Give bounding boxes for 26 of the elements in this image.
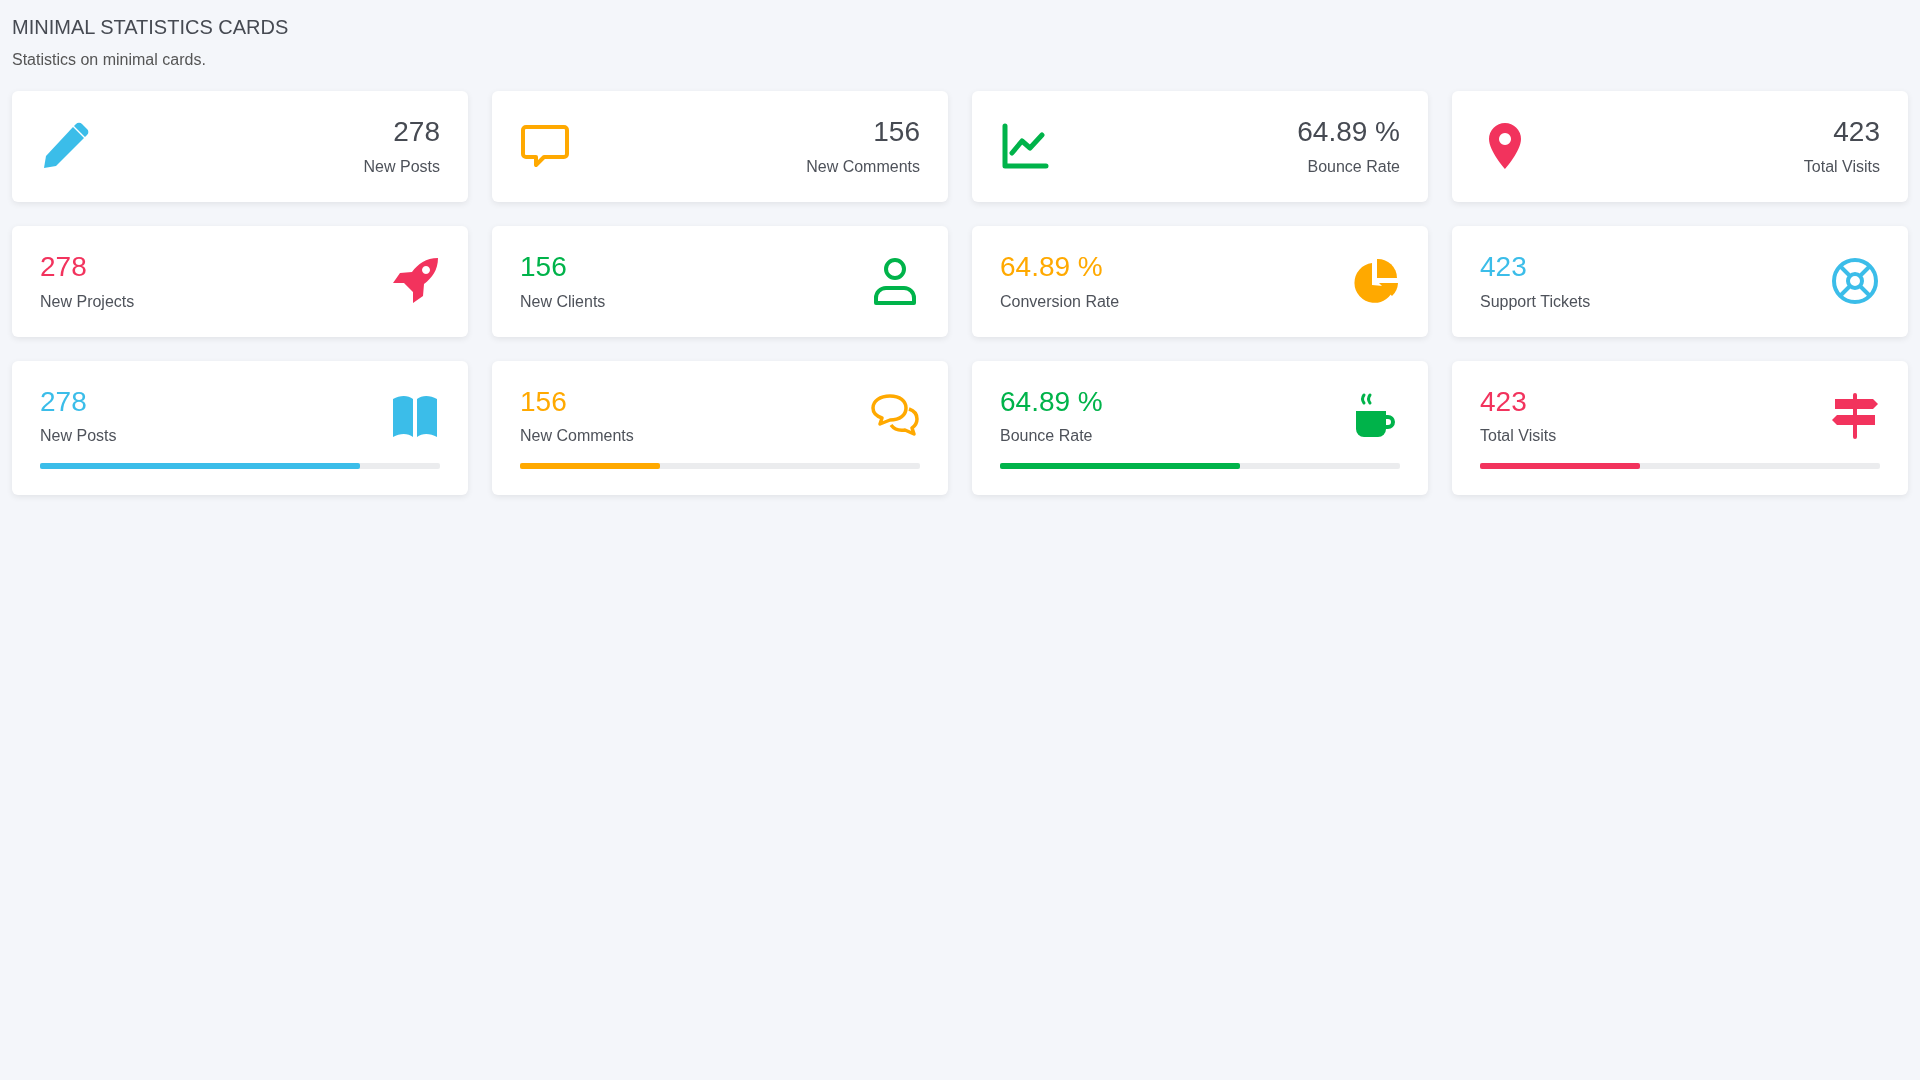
stat-value: 423 — [1833, 117, 1880, 148]
stat-value: 278 — [40, 251, 87, 283]
stat-label: New Comments — [806, 157, 920, 176]
page-subtitle: Statistics on minimal cards. — [12, 51, 207, 69]
stat-label: New Comments — [520, 427, 634, 446]
stat-value: 156 — [520, 386, 567, 418]
stat-value: 423 — [1480, 386, 1527, 418]
stat-label: New Posts — [363, 157, 440, 176]
stat-value: 64.89 % — [1000, 251, 1103, 283]
stat-value: 156 — [520, 251, 567, 283]
stat-value: 64.89 % — [1000, 386, 1103, 418]
stat-label: New Projects — [40, 292, 135, 311]
stat-value: 278 — [393, 117, 440, 148]
stat-label: Conversion Rate — [1000, 292, 1120, 311]
stat-label: Total Visits — [1803, 157, 1880, 176]
stat-value: 278 — [40, 386, 87, 418]
page-title: MINIMAL STATISTICS CARDS — [12, 16, 290, 39]
stat-label: New Posts — [40, 427, 117, 446]
stat-label: New Clients — [520, 292, 606, 311]
stat-value: 64.89 % — [1297, 117, 1400, 148]
stat-label: Bounce Rate — [1000, 427, 1093, 446]
stat-value: 156 — [873, 117, 920, 148]
stat-label: Total Visits — [1480, 427, 1557, 446]
stat-label: Bounce Rate — [1307, 157, 1400, 176]
stat-value: 423 — [1480, 251, 1527, 283]
stat-label: Support Tickets — [1480, 292, 1591, 311]
